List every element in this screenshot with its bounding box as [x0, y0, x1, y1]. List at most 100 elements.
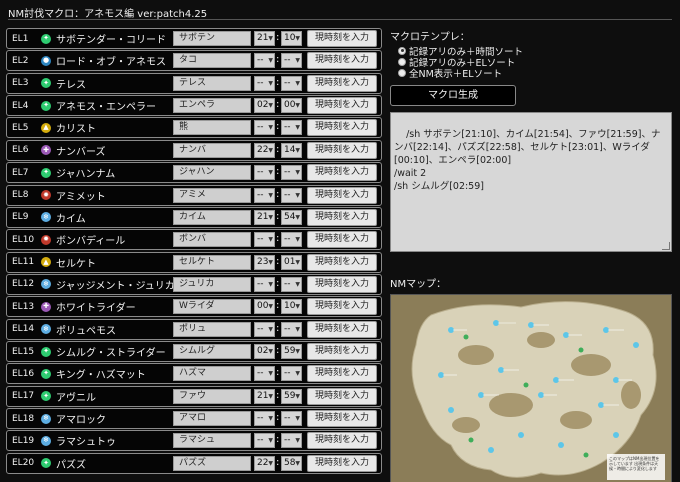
radio-all-el-sort[interactable]: 全NM表示＋ELソート [398, 67, 672, 80]
minute-select[interactable]: -- ▼ [281, 366, 302, 382]
hour-select[interactable]: -- ▼ [254, 321, 275, 337]
macro-output-textarea[interactable]: /sh サボテン[21:10]、カイム[21:54]、ファウ[21:59]、ナン… [390, 112, 672, 252]
nm-abbr-input[interactable]: セルケト [173, 254, 251, 270]
nm-abbr-input[interactable]: アミメ [173, 187, 251, 203]
minute-select[interactable]: -- ▼ [281, 187, 302, 203]
resize-handle-icon[interactable] [662, 242, 670, 250]
nm-abbr-input[interactable]: ボンバ [173, 232, 251, 248]
minute-select[interactable]: 59 ▼ [281, 388, 302, 404]
set-current-time-button[interactable]: 現時刻を入力 [307, 432, 377, 450]
minute-value: -- [284, 278, 291, 289]
nm-abbr-input[interactable]: アマロ [173, 411, 251, 427]
nm-abbr-input[interactable]: カイム [173, 209, 251, 225]
set-current-time-button[interactable]: 現時刻を入力 [307, 253, 377, 271]
set-current-time-button[interactable]: 現時刻を入力 [307, 30, 377, 47]
set-current-time-button[interactable]: 現時刻を入力 [307, 387, 377, 405]
minute-select[interactable]: 54 ▼ [281, 209, 302, 225]
set-current-time-button[interactable]: 現時刻を入力 [307, 74, 377, 92]
set-current-time-button[interactable]: 現時刻を入力 [307, 97, 377, 115]
hour-select[interactable]: 00 ▼ [254, 299, 275, 315]
hour-value: 21 [257, 211, 269, 222]
minute-select[interactable]: 58 ▼ [281, 455, 302, 471]
hour-select[interactable]: -- ▼ [254, 276, 275, 292]
minute-select[interactable]: -- ▼ [281, 276, 302, 292]
element-wind-icon: ✦ [41, 33, 51, 44]
set-current-time-button[interactable]: 現時刻を入力 [307, 454, 377, 472]
set-current-time-button[interactable]: 現時刻を入力 [307, 164, 377, 182]
element-earth-icon: ▲ [41, 122, 51, 133]
nm-abbr-input[interactable]: サボテン [173, 31, 251, 46]
hour-select[interactable]: 21 ▼ [254, 388, 275, 404]
radio-button-icon[interactable] [398, 57, 406, 66]
radio-button-icon[interactable] [398, 46, 406, 55]
set-current-time-button[interactable]: 現時刻を入力 [307, 343, 377, 361]
minute-select[interactable]: -- ▼ [281, 433, 302, 449]
nm-name: アミメット [56, 191, 106, 203]
radio-button-icon[interactable] [398, 68, 406, 77]
nm-abbr-input[interactable]: タコ [173, 53, 251, 69]
minute-select[interactable]: -- ▼ [281, 232, 302, 248]
set-current-time-button[interactable]: 現時刻を入力 [307, 52, 377, 70]
nm-abbr-input[interactable]: Wライダ [173, 299, 251, 315]
set-current-time-button[interactable]: 現時刻を入力 [307, 410, 377, 428]
hour-select[interactable]: -- ▼ [254, 165, 275, 181]
hour-select[interactable]: -- ▼ [254, 75, 275, 91]
minute-select[interactable]: -- ▼ [281, 321, 302, 337]
hour-select[interactable]: -- ▼ [254, 366, 275, 382]
nm-abbr-input[interactable]: ジャハン [173, 165, 251, 181]
chevron-down-icon: ▼ [268, 169, 273, 177]
set-current-time-button[interactable]: 現時刻を入力 [307, 141, 377, 159]
nm-abbr-input[interactable]: テレス [173, 75, 251, 91]
hour-select[interactable]: -- ▼ [254, 411, 275, 427]
hour-select[interactable]: 02 ▼ [254, 344, 275, 360]
hour-select[interactable]: 22 ▼ [254, 455, 275, 471]
nm-abbr-input[interactable]: ナンバ [173, 142, 251, 158]
nm-abbr-input[interactable]: エンペラ [173, 98, 251, 114]
hour-select[interactable]: 21 ▼ [254, 31, 275, 46]
minute-select[interactable]: -- ▼ [281, 165, 302, 181]
set-current-time-button[interactable]: 現時刻を入力 [307, 231, 377, 249]
hour-select[interactable]: 22 ▼ [254, 142, 275, 158]
nm-abbr-input[interactable]: ポリュ [173, 321, 251, 337]
minute-value: -- [284, 122, 291, 133]
set-current-time-button[interactable]: 現時刻を入力 [307, 298, 377, 316]
set-current-time-button[interactable]: 現時刻を入力 [307, 186, 377, 204]
hour-select[interactable]: -- ▼ [254, 120, 275, 136]
hour-select[interactable]: 21 ▼ [254, 209, 275, 225]
nm-abbr-input[interactable]: シムルグ [173, 344, 251, 360]
time-colon: : [276, 277, 280, 289]
minute-select[interactable]: 14 ▼ [281, 142, 302, 158]
nm-abbr-input[interactable]: ファウ [173, 388, 251, 404]
nm-abbr-input[interactable]: ハズマ [173, 366, 251, 382]
set-current-time-button[interactable]: 現時刻を入力 [307, 365, 377, 383]
minute-select[interactable]: 59 ▼ [281, 344, 302, 360]
set-current-time-button[interactable]: 現時刻を入力 [307, 208, 377, 226]
minute-select[interactable]: -- ▼ [281, 53, 302, 69]
el-label: EL11 [12, 257, 35, 268]
hour-select[interactable]: -- ▼ [254, 433, 275, 449]
hour-select[interactable]: -- ▼ [254, 53, 275, 69]
generate-macro-button[interactable]: マクロ生成 [390, 85, 516, 106]
hour-select[interactable]: 02 ▼ [254, 98, 275, 114]
minute-select[interactable]: 00 ▼ [281, 98, 302, 114]
minute-select[interactable]: -- ▼ [281, 411, 302, 427]
nm-abbr-input[interactable]: パズズ [173, 455, 251, 471]
hour-select[interactable]: 23 ▼ [254, 254, 275, 270]
minute-select[interactable]: -- ▼ [281, 75, 302, 91]
set-current-time-button[interactable]: 現時刻を入力 [307, 320, 377, 338]
set-current-time-button[interactable]: 現時刻を入力 [307, 275, 377, 293]
minute-select[interactable]: -- ▼ [281, 120, 302, 136]
minute-select[interactable]: 10 ▼ [281, 299, 302, 315]
hour-select[interactable]: -- ▼ [254, 232, 275, 248]
minute-select[interactable]: 10 ▼ [281, 31, 302, 46]
el-label: EL12 [12, 279, 35, 290]
time-colon: : [276, 255, 280, 267]
nm-row: EL17 ✦ アヴニル ファウ 21 ▼:59 ▼ 現時刻を入力 [6, 385, 382, 407]
nm-abbr-input[interactable]: ジュリカ [173, 276, 251, 292]
minute-select[interactable]: 01 ▼ [281, 254, 302, 270]
nm-abbr-input[interactable]: ラマシュ [173, 433, 251, 449]
set-current-time-button[interactable]: 現時刻を入力 [307, 119, 377, 137]
time-colon: : [276, 99, 280, 111]
nm-abbr-input[interactable]: 熊 [173, 120, 251, 136]
hour-select[interactable]: -- ▼ [254, 187, 275, 203]
